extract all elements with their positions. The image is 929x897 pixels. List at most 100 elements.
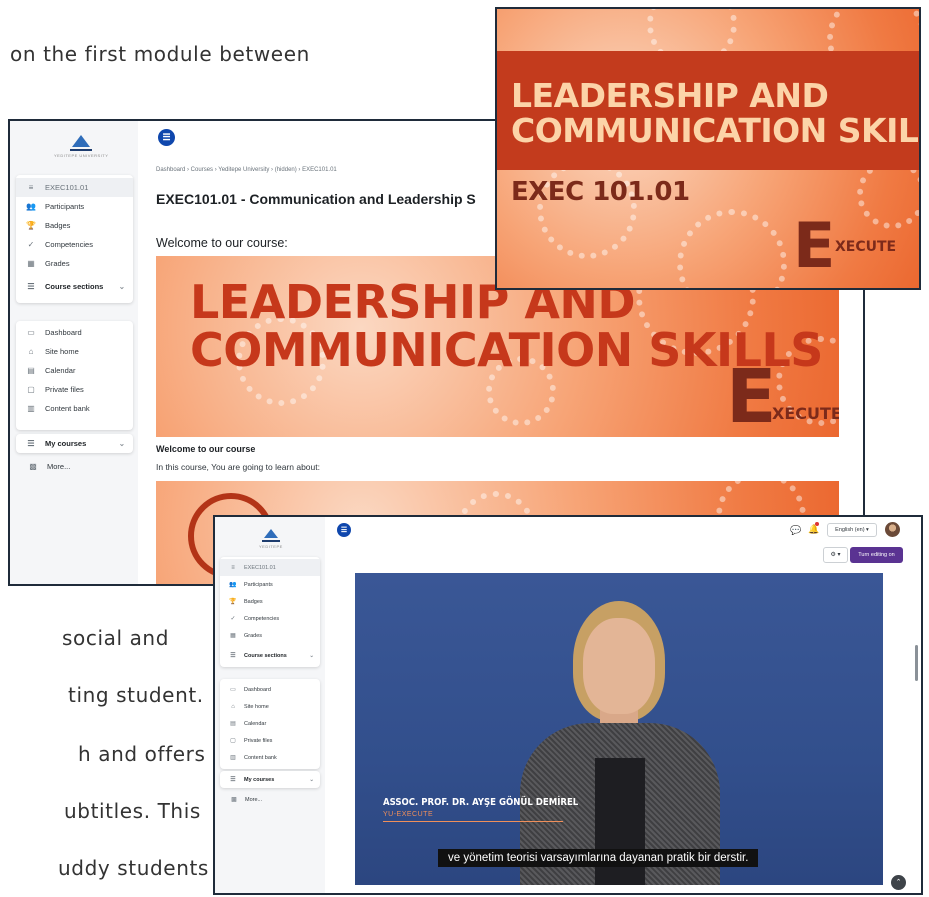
nav-content-bank[interactable]: ▥ Content bank bbox=[220, 749, 320, 766]
badge-icon: 🏆 bbox=[229, 599, 237, 605]
chevron-down-icon: ⌄ bbox=[309, 776, 314, 783]
nav-private-files[interactable]: ▢ Private files bbox=[16, 380, 133, 399]
nav-site-home[interactable]: ⌂ Site home bbox=[220, 698, 320, 715]
folder-icon: ▢ bbox=[27, 385, 35, 394]
speaker-org: YU-EXECUTE bbox=[383, 811, 434, 818]
nav-calendar[interactable]: ▤ Calendar bbox=[220, 715, 320, 732]
nav-badges[interactable]: 🏆 Badges bbox=[220, 593, 320, 610]
turn-editing-button[interactable]: Turn editing on bbox=[850, 547, 903, 563]
nav-course-home[interactable]: ≡ EXEC101.01 bbox=[16, 178, 133, 197]
nav-content-bank[interactable]: ▥ Content bank bbox=[16, 399, 133, 418]
gear-icon: ⚙ bbox=[830, 552, 836, 558]
nav-competencies[interactable]: ✓ Competencies bbox=[220, 610, 320, 627]
nav-course-home[interactable]: ≡ EXEC101.01 bbox=[220, 559, 320, 576]
course-thumbnail-image: LEADERSHIP AND COMMUNICATION SKILLS EXEC… bbox=[495, 7, 921, 290]
nav-grades[interactable]: ▦ Grades bbox=[220, 627, 320, 644]
home-icon: ⌂ bbox=[231, 703, 235, 710]
chevron-down-icon: ⌄ bbox=[309, 652, 314, 659]
welcome-text: In this course, You are going to learn a… bbox=[156, 462, 320, 472]
nav-competencies[interactable]: ✓ Competencies bbox=[16, 235, 133, 254]
my-courses-card: ☰ My courses ⌄ bbox=[16, 434, 133, 453]
users-icon: 👥 bbox=[26, 202, 36, 211]
nav-participants[interactable]: 👥 Participants bbox=[16, 197, 133, 216]
video-player[interactable]: ASSOC. PROF. DR. AYŞE GÖNÜL DEMİREL YU-E… bbox=[355, 573, 883, 885]
nav-calendar[interactable]: ▤ Calendar bbox=[16, 361, 133, 380]
course-nav-card: ≡ EXEC101.01 👥 Participants 🏆 Badges ✓ Compe… bbox=[220, 557, 320, 667]
course-code: EXEC 101.01 bbox=[511, 177, 690, 207]
chevron-down-icon: ⌄ bbox=[118, 439, 125, 448]
dashboard-icon: ▭ bbox=[27, 328, 35, 337]
doc-text-line: social and bbox=[62, 626, 170, 650]
nav-badges[interactable]: 🏆 Badges bbox=[16, 216, 133, 235]
doc-text-line: on the first module between bbox=[10, 42, 310, 66]
sections-icon: ☰ bbox=[230, 777, 236, 783]
sections-icon: ☰ bbox=[27, 439, 35, 448]
doc-text-line: h and offers bbox=[78, 742, 206, 766]
university-logo: YEDITEPE UNIVERSITY bbox=[54, 135, 108, 158]
nav-private-files[interactable]: ▢ Private files bbox=[220, 732, 320, 749]
user-avatar[interactable] bbox=[885, 522, 900, 537]
nav-dashboard[interactable]: ▭ Dashboard bbox=[16, 323, 133, 342]
grades-icon: ▦ bbox=[230, 633, 236, 639]
drawer-toggle-button[interactable]: ☰ bbox=[158, 129, 175, 146]
drawer-toggle-button[interactable]: ☰ bbox=[337, 523, 351, 537]
grades-icon: ▦ bbox=[27, 259, 35, 268]
content-bank-icon: ▥ bbox=[230, 755, 236, 761]
university-logo: YEDITEPE bbox=[259, 529, 283, 549]
breadcrumb: Dashboard › Courses › Yeditepe Universit… bbox=[156, 167, 337, 173]
scrollbar-thumb[interactable] bbox=[915, 645, 918, 681]
dashboard-icon: ▭ bbox=[230, 687, 236, 693]
messages-icon[interactable]: 💬 bbox=[790, 525, 801, 536]
course-sidebar: YEDITEPE ≡ EXEC101.01 👥 Participants 🏆 Badg… bbox=[215, 517, 325, 893]
nav-dashboard[interactable]: ▭ Dashboard bbox=[220, 681, 320, 698]
settings-menu-button[interactable]: ⚙ ▾ bbox=[823, 547, 848, 563]
sections-icon: ☰ bbox=[230, 653, 236, 659]
users-icon: 👥 bbox=[229, 582, 237, 588]
welcome-heading: Welcome to our course bbox=[156, 444, 256, 454]
folder-icon: ▢ bbox=[230, 738, 236, 744]
nav-more[interactable]: ▩ More... bbox=[221, 791, 262, 808]
content-bank-icon: ▥ bbox=[27, 404, 35, 413]
back-to-top-button[interactable]: ⌃ bbox=[891, 875, 906, 890]
nav-my-courses[interactable]: ☰ My courses ⌄ bbox=[16, 434, 133, 453]
speaker-name: ASSOC. PROF. DR. AYŞE GÖNÜL DEMİREL bbox=[383, 797, 579, 808]
thumb-title-line1: LEADERSHIP AND bbox=[511, 76, 829, 115]
more-icon: ▩ bbox=[231, 797, 237, 803]
language-selector[interactable]: English (en) ▾ bbox=[827, 523, 877, 537]
nav-course-sections[interactable]: ☰ Course sections ⌄ bbox=[16, 277, 133, 296]
execute-logo-text: XECUTE bbox=[772, 404, 839, 423]
doc-text-line: ubtitles. This bbox=[64, 799, 201, 823]
check-icon: ✓ bbox=[230, 616, 236, 622]
doc-text-line: ting student. bbox=[68, 683, 204, 707]
nav-participants[interactable]: 👥 Participants bbox=[220, 576, 320, 593]
page-title: EXEC101.01 - Communication and Leadershi… bbox=[156, 191, 476, 207]
badge-icon: 🏆 bbox=[26, 221, 36, 230]
nav-my-courses[interactable]: ☰ My courses ⌄ bbox=[220, 771, 320, 788]
execute-logo-e: E bbox=[793, 209, 836, 282]
site-nav-card: ▭ Dashboard ⌂ Site home ▤ Calendar ▢ Private… bbox=[16, 321, 133, 430]
execute-logo-text: XECUTE bbox=[835, 239, 897, 255]
sections-icon: ☰ bbox=[27, 282, 35, 291]
course-icon: ≡ bbox=[28, 183, 34, 192]
video-subtitle: ve yönetim teorisi varsayımlarına dayana… bbox=[438, 849, 759, 867]
welcome-label: Welcome to our course: bbox=[156, 236, 288, 250]
course-nav-card: ≡ EXEC101.01 👥 Participants 🏆 Badges ✓ Compe… bbox=[16, 175, 133, 303]
nav-more[interactable]: ▩ More... bbox=[18, 457, 70, 476]
chevron-down-icon: ⌄ bbox=[118, 282, 125, 291]
video-page-screenshot: YEDITEPE ≡ EXEC101.01 👥 Participants 🏆 Badg… bbox=[213, 515, 923, 895]
nav-course-sections[interactable]: ☰ Course sections ⌄ bbox=[220, 647, 320, 664]
notification-dot bbox=[815, 522, 819, 526]
nav-site-home[interactable]: ⌂ Site home bbox=[16, 342, 133, 361]
execute-logo-e: E bbox=[726, 354, 777, 437]
home-icon: ⌂ bbox=[28, 347, 34, 356]
course-icon: ≡ bbox=[231, 564, 235, 571]
course-sidebar: YEDITEPE UNIVERSITY ≡ EXEC101.01 👥 Partici… bbox=[10, 121, 138, 584]
site-nav-card: ▭ Dashboard ⌂ Site home ▤ Calendar ▢ Private… bbox=[220, 679, 320, 769]
more-icon: ▩ bbox=[29, 462, 37, 471]
calendar-icon: ▤ bbox=[230, 721, 236, 727]
nav-grades[interactable]: ▦ Grades bbox=[16, 254, 133, 273]
my-courses-card: ☰ My courses ⌄ bbox=[220, 771, 320, 788]
calendar-icon: ▤ bbox=[27, 366, 35, 375]
thumb-title-line2: COMMUNICATION SKILLS bbox=[511, 110, 921, 150]
check-icon: ✓ bbox=[27, 240, 35, 249]
